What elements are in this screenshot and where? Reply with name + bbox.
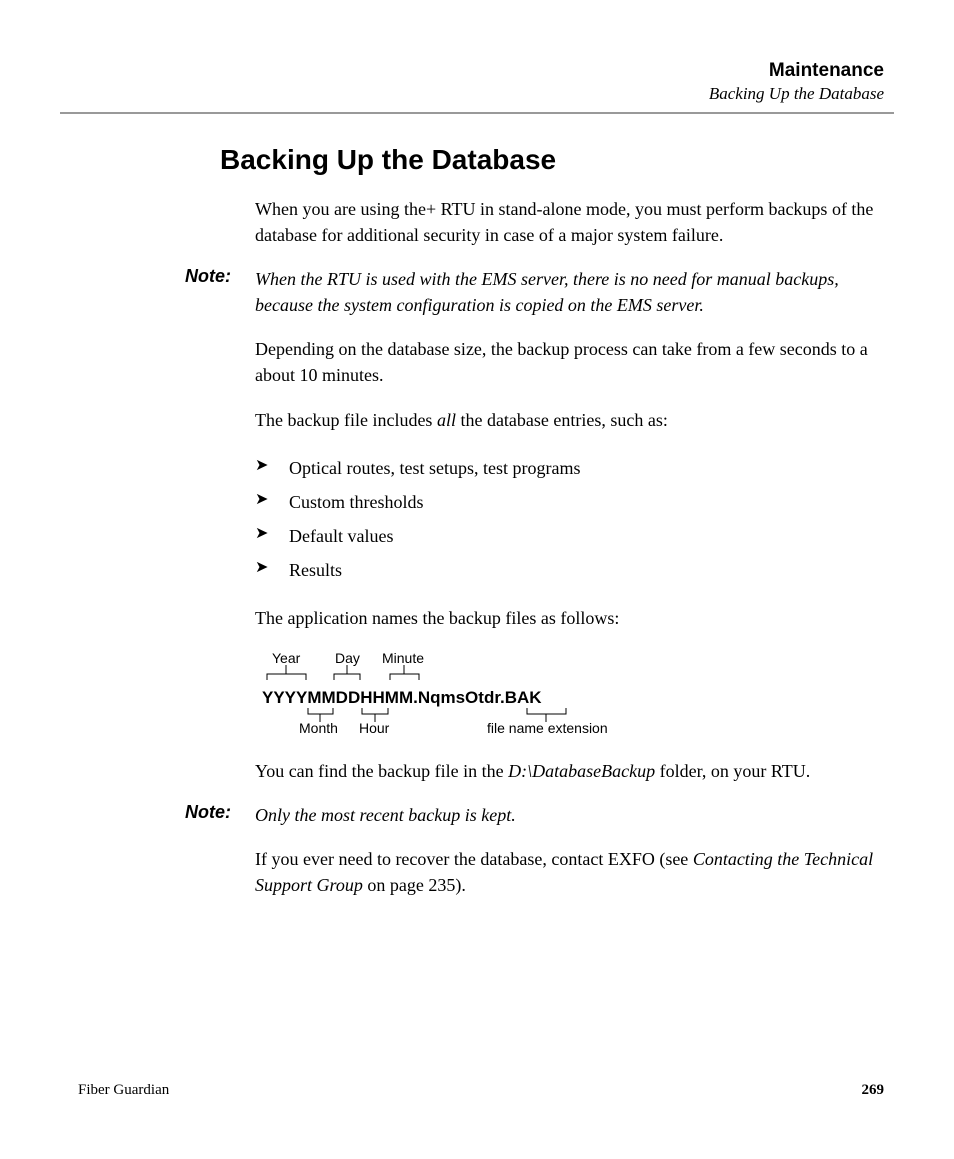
- list-item: Custom thresholds: [255, 485, 874, 519]
- paragraph-4: The application names the backup files a…: [255, 605, 874, 631]
- p3-emph: all: [437, 410, 456, 430]
- note-label: Note:: [185, 802, 255, 828]
- bullet-list: Optical routes, test setups, test progra…: [255, 451, 874, 588]
- p5-post: folder, on your RTU.: [655, 761, 810, 781]
- paragraph-2: Depending on the database size, the back…: [255, 336, 874, 388]
- list-item: Optical routes, test setups, test progra…: [255, 451, 874, 485]
- header-chapter: Maintenance: [60, 60, 884, 82]
- section-title: Backing Up the Database: [220, 144, 894, 176]
- diag-filename: YYYYMMDDHHMM.NqmsOtdr.BAK: [262, 688, 542, 708]
- diag-label-day: Day: [335, 650, 360, 666]
- list-item: Results: [255, 553, 874, 587]
- p5-emph: D:\DatabaseBackup: [508, 761, 655, 781]
- paragraph-3: The backup file includes all the databas…: [255, 407, 874, 433]
- diag-label-hour: Hour: [359, 720, 389, 736]
- p5-pre: You can find the backup file in the: [255, 761, 508, 781]
- paragraph-6: If you ever need to recover the database…: [255, 846, 874, 898]
- note-label: Note:: [185, 266, 255, 318]
- diag-label-year: Year: [272, 650, 300, 666]
- note-2: Note: Only the most recent backup is kep…: [185, 802, 874, 828]
- note-text: When the RTU is used with the EMS server…: [255, 266, 874, 318]
- p6-post: on page 235).: [363, 875, 466, 895]
- p6-pre: If you ever need to recover the database…: [255, 849, 693, 869]
- footer-product: Fiber Guardian: [78, 1082, 169, 1099]
- p3-pre: The backup file includes: [255, 410, 437, 430]
- header-rule: [60, 112, 894, 114]
- list-item: Default values: [255, 519, 874, 553]
- note-text: Only the most recent backup is kept.: [255, 802, 516, 828]
- diag-label-minute: Minute: [382, 650, 424, 666]
- filename-diagram: Year Day Minute YYYYMMDDHHMM.NqmsOtdr.BA…: [262, 650, 692, 740]
- p3-post: the database entries, such as:: [456, 410, 668, 430]
- diag-label-ext: file name extension: [487, 720, 608, 736]
- paragraph-5: You can find the backup file in the D:\D…: [255, 758, 874, 784]
- page-footer: Fiber Guardian 269: [78, 1082, 884, 1099]
- header-section: Backing Up the Database: [60, 84, 884, 104]
- footer-page-number: 269: [862, 1082, 885, 1099]
- paragraph-1: When you are using the+ RTU in stand-alo…: [255, 196, 874, 248]
- note-1: Note: When the RTU is used with the EMS …: [185, 266, 874, 318]
- diag-label-month: Month: [299, 720, 338, 736]
